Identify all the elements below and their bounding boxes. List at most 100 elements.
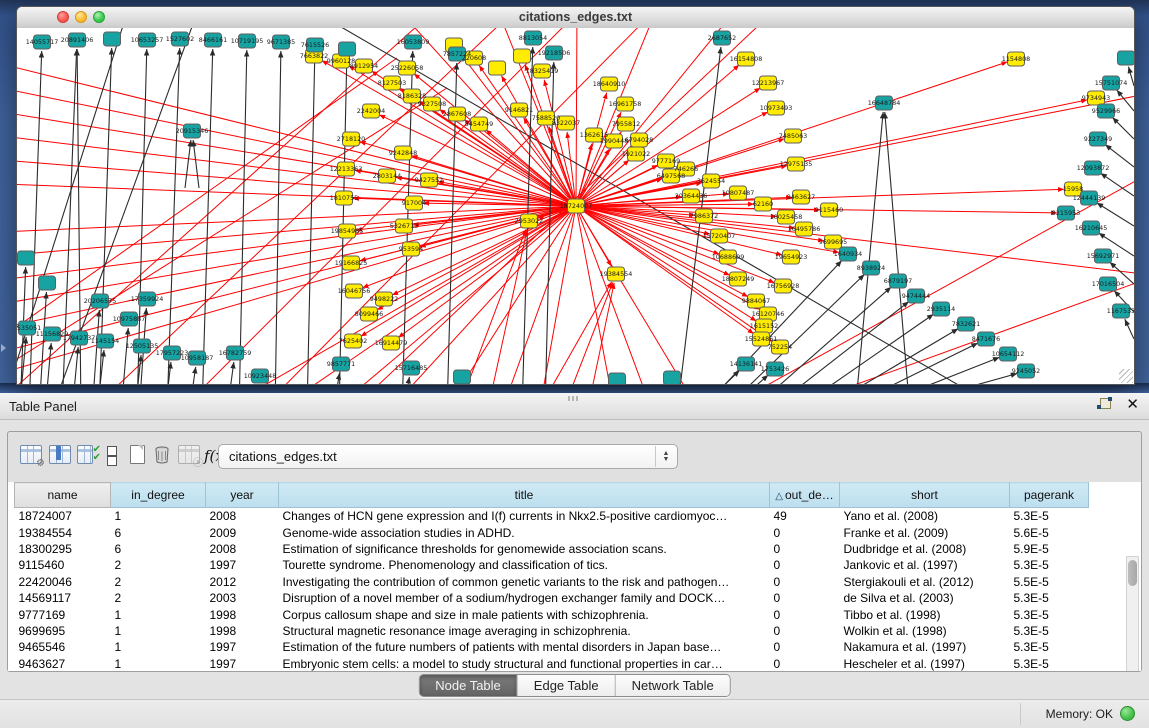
table-row[interactable]: 1830029562008Estimation of significance … — [15, 541, 1089, 557]
selector-stepper-icon[interactable]: ▲▼ — [655, 446, 676, 467]
graph-node[interactable] — [489, 61, 506, 75]
network-window[interactable]: citations_edges.txt 18724007183254191864… — [16, 6, 1135, 385]
close-panel-icon[interactable]: ✕ — [1126, 397, 1139, 412]
svg-text:18325419: 18325419 — [526, 67, 559, 75]
svg-text:9327508: 9327508 — [418, 100, 446, 108]
table-scrollbar[interactable] — [1126, 556, 1139, 671]
table-row[interactable]: 946554611997Estimation of the future num… — [15, 639, 1089, 655]
network-table-selector[interactable]: citations_edges.txt ▲▼ — [218, 444, 678, 469]
show-hide-columns-icon[interactable] — [49, 445, 71, 467]
table-panel-title: Table Panel — [9, 399, 77, 414]
table-row[interactable]: 1938455462009Genome-wide association stu… — [15, 524, 1089, 540]
svg-text:2718120: 2718120 — [337, 135, 365, 143]
svg-text:10973493: 10973493 — [760, 104, 793, 112]
svg-text:10807487: 10807487 — [722, 189, 755, 197]
svg-text:16210645: 16210645 — [1075, 224, 1108, 232]
svg-text:16961758: 16961758 — [609, 100, 642, 108]
svg-text:8127503: 8127503 — [378, 79, 406, 87]
column-header-in_degree[interactable]: in_degree — [111, 483, 206, 508]
table-row[interactable]: 911546021997Tourette syndrome. Phenomeno… — [15, 557, 1089, 573]
svg-text:8471676: 8471676 — [972, 335, 1000, 343]
svg-text:7663822: 7663822 — [300, 52, 328, 60]
citation-network-graph[interactable]: 1872400718325419186409101696175879558128… — [17, 28, 1134, 384]
svg-text:2687652: 2687652 — [708, 34, 736, 42]
panel-collapse-arrow-icon[interactable] — [1, 344, 6, 352]
svg-text:8099466: 8099466 — [355, 310, 383, 318]
table-settings-icon[interactable]: ⚙ — [20, 445, 42, 467]
table-row[interactable]: 1456911722003Disruption of a novel membe… — [15, 590, 1089, 606]
graph-node[interactable] — [664, 371, 681, 384]
graph-node[interactable] — [18, 251, 35, 265]
svg-text:20364436: 20364436 — [675, 192, 708, 200]
svg-text:19384554: 19384554 — [600, 270, 633, 278]
svg-text:15692971: 15692971 — [1087, 252, 1120, 260]
select-rows-icon[interactable]: ✔ ✔ — [77, 445, 99, 467]
svg-text:7857224: 7857224 — [443, 50, 471, 58]
tab-network-table[interactable]: Network Table — [616, 675, 730, 696]
svg-text:15716485: 15716485 — [395, 364, 428, 372]
svg-text:6879197: 6879197 — [884, 277, 912, 285]
svg-text:19854985: 19854985 — [331, 227, 364, 235]
svg-text:10654112: 10654112 — [992, 350, 1025, 358]
network-canvas[interactable]: 1872400718325419186409101696175879558128… — [17, 28, 1134, 384]
table-panel-body: ⚙ ✔ ✔ — [7, 431, 1142, 672]
svg-text:12444139: 12444139 — [1073, 194, 1106, 202]
table-row[interactable]: 977716911998Corpus callosum shape and si… — [15, 606, 1089, 622]
table-row[interactable]: 2242004622012Investigating the contribut… — [15, 574, 1089, 590]
svg-text:62160: 62160 — [753, 200, 773, 208]
row-toggle-icon[interactable] — [104, 445, 126, 467]
svg-text:2803144: 2803144 — [373, 172, 401, 180]
tab-edge-table[interactable]: Edge Table — [518, 675, 616, 696]
svg-text:1167533: 1167533 — [1107, 307, 1134, 315]
svg-text:12213967: 12213967 — [752, 79, 785, 87]
svg-text:15524861: 15524861 — [745, 335, 778, 343]
tab-node-table[interactable]: Node Table — [419, 675, 518, 696]
table-row[interactable]: 946362711997Embryonic stem cells: a mode… — [15, 656, 1089, 671]
svg-text:20206575: 20206575 — [84, 297, 117, 305]
column-header-short[interactable]: short — [840, 483, 1010, 508]
table-row[interactable]: 969969511998Structural magnetic resonanc… — [15, 623, 1089, 639]
svg-text:16154808: 16154808 — [730, 55, 763, 63]
column-header-year[interactable]: year — [206, 483, 279, 508]
delete-trash-icon[interactable] — [152, 445, 174, 467]
svg-text:5326713: 5326713 — [390, 222, 418, 230]
svg-text:9474444: 9474444 — [902, 292, 930, 300]
column-header-name[interactable]: name — [15, 483, 111, 508]
graph-node[interactable] — [514, 49, 531, 63]
delete-table-disabled-icon[interactable]: ⓧ — [178, 445, 200, 467]
svg-text:9242848: 9242848 — [389, 149, 417, 157]
svg-text:12213363: 12213363 — [330, 165, 363, 173]
graph-node[interactable] — [1118, 51, 1135, 65]
svg-text:9427552: 9427552 — [415, 176, 443, 184]
svg-text:10653257: 10653257 — [131, 36, 164, 44]
svg-text:9671385: 9671385 — [267, 38, 295, 46]
node-table-container: namein_degreeyeartitle△out_de…shortpager… — [8, 482, 1141, 671]
new-column-icon[interactable] — [128, 445, 150, 467]
table-panel-header[interactable]: Table Panel ✕ — [0, 393, 1149, 420]
network-window-titlebar[interactable]: citations_edges.txt — [17, 7, 1134, 29]
table-row[interactable]: 1872400712008Changes of HCN gene express… — [15, 508, 1089, 525]
svg-text:16495786: 16495786 — [788, 225, 821, 233]
table-header-row: namein_degreeyeartitle△out_de…shortpager… — [15, 483, 1089, 508]
graph-node[interactable] — [339, 42, 356, 56]
float-window-icon[interactable] — [1097, 397, 1112, 412]
column-header-pagerank[interactable]: pagerank — [1010, 483, 1089, 508]
svg-text:16914479: 16914479 — [375, 339, 408, 347]
table-scrollbar-thumb[interactable] — [1128, 560, 1137, 586]
graph-node[interactable] — [104, 32, 121, 46]
svg-text:10923448: 10923448 — [244, 372, 277, 380]
svg-text:7955812: 7955812 — [612, 120, 640, 128]
window-resize-grip[interactable] — [1119, 369, 1133, 383]
column-header-title[interactable]: title — [279, 483, 770, 508]
svg-text:16046756: 16046756 — [338, 287, 371, 295]
graph-node[interactable] — [454, 370, 471, 384]
panel-drag-handle[interactable] — [568, 396, 580, 401]
svg-text:9245052: 9245052 — [1012, 367, 1040, 375]
svg-text:752254: 752254 — [768, 343, 792, 351]
graph-node[interactable] — [609, 373, 626, 384]
graph-node[interactable] — [39, 276, 56, 290]
svg-text:20891406: 20891406 — [61, 36, 94, 44]
column-header-out_de[interactable]: △out_de… — [770, 483, 840, 508]
node-table: namein_degreeyeartitle△out_de…shortpager… — [14, 482, 1089, 671]
svg-text:2935114: 2935114 — [927, 305, 955, 313]
